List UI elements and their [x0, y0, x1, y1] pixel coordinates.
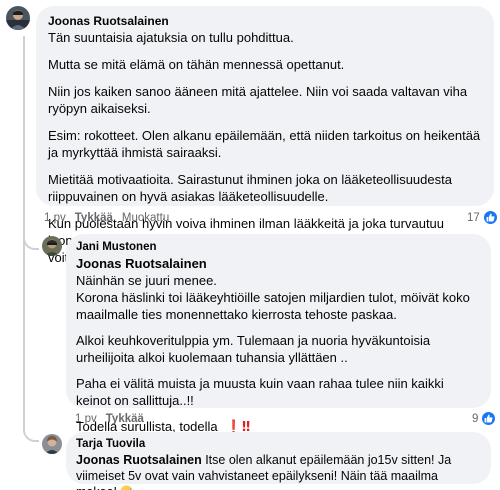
thread-connector: [23, 236, 39, 250]
like-thumb-icon: [481, 411, 497, 426]
reply-paragraph: Näinhän se juuri menee.: [76, 273, 217, 288]
thread-line: [23, 36, 25, 251]
comment-paragraph: Mutta se mitä elämä on tähän mennessä op…: [48, 57, 345, 72]
like-button[interactable]: Tykkää: [75, 212, 113, 224]
reaction-summary[interactable]: 17: [467, 210, 498, 225]
downcast-sweat-face-icon: [120, 485, 133, 490]
reply-author[interactable]: Tarja Tuovila: [76, 436, 481, 452]
thread-connector: [23, 250, 39, 442]
reply-text: Joonas Ruotsalainen Itse olen alkanut ep…: [76, 452, 481, 490]
edited-label[interactable]: Muokattu: [122, 212, 169, 224]
reply-actions: 1 pv Tykkää: [75, 413, 144, 425]
reply-paragraph: Alkoi keuhkoveritulppia ym. Tulemaan ja …: [76, 333, 431, 365]
comment-bubble: Joonas Ruotsalainen Tän suuntaisia ajatu…: [36, 6, 494, 265]
comment-paragraph: Tän suuntaisia ajatuksia on tullu pohdit…: [48, 30, 294, 45]
reply-bubble: Jani Mustonen Joonas Ruotsalainen Näinhä…: [66, 234, 491, 435]
comment-actions: 1 pv Tykkää Muokattu: [44, 212, 169, 224]
reply-mention-line: Joonas Ruotsalainen: [76, 255, 481, 272]
avatar[interactable]: [6, 6, 30, 30]
comment-paragraph: Mietitää motivaatioita. Sairastunut ihmi…: [48, 172, 452, 204]
avatar[interactable]: [42, 236, 62, 256]
comment-text: Tän suuntaisia ajatuksia on tullu pohdit…: [48, 29, 482, 266]
reply-text: Joonas Ruotsalainen Näinhän se juuri men…: [76, 255, 481, 436]
reply-bubble: Tarja Tuovila Joonas Ruotsalainen Itse o…: [66, 432, 491, 490]
comment-author[interactable]: Joonas Ruotsalainen: [48, 13, 482, 29]
comment-paragraph: Niin jos kaiken sanoo ääneen mitä ajatte…: [48, 84, 468, 116]
mention-link[interactable]: Joonas Ruotsalainen: [76, 256, 207, 271]
reply-author[interactable]: Jani Mustonen: [76, 239, 481, 255]
reaction-count: 9: [472, 412, 479, 425]
reaction-count: 17: [467, 211, 480, 224]
reaction-summary[interactable]: 9: [472, 411, 497, 426]
reply-paragraph: Paha ei välitä muista ja muusta kuin vaa…: [76, 376, 444, 408]
like-thumb-icon: [482, 210, 498, 225]
reply-paragraph: Korona häslinki toi lääkeyhtiöille satoj…: [76, 290, 470, 322]
comment-paragraph: Esim: rokotteet. Olen alkanu epäilemään,…: [48, 128, 481, 160]
avatar[interactable]: [42, 434, 62, 454]
like-button[interactable]: Tykkää: [106, 413, 144, 425]
reply-timestamp[interactable]: 1 pv: [75, 413, 97, 425]
comment-timestamp[interactable]: 1 pv: [44, 212, 66, 224]
mention-link[interactable]: Joonas Ruotsalainen: [76, 453, 202, 467]
